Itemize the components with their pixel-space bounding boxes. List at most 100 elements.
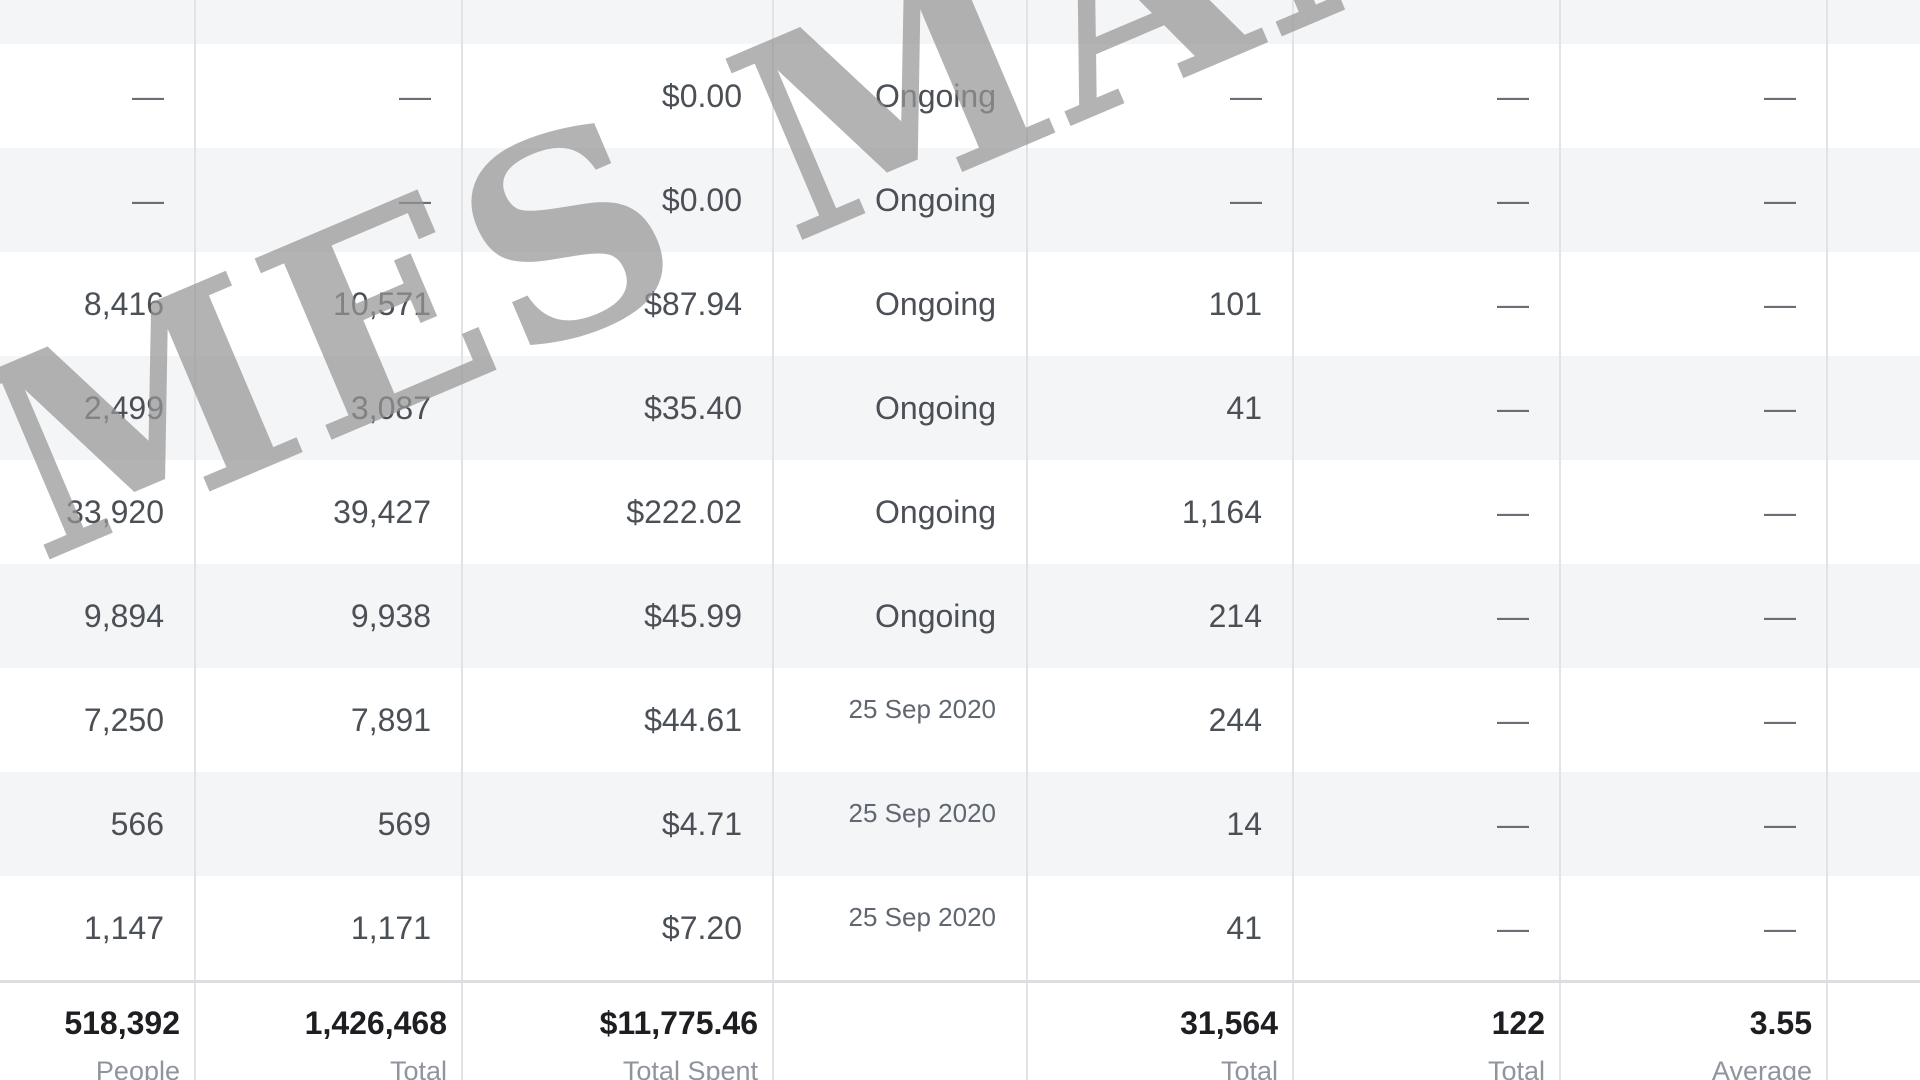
header-cell[interactable] [0, 0, 196, 44]
table-cell: 1,171 [196, 876, 463, 980]
table-cell: 39,427 [196, 460, 463, 564]
table-cell: — [0, 44, 196, 148]
table-cell: 3,087 [196, 356, 463, 460]
table-cell: 2,499 [0, 356, 196, 460]
table-cell: 214 [1028, 564, 1294, 668]
table-cell: — [1294, 564, 1561, 668]
table-cell: $44.61 [463, 668, 774, 772]
total-cell: $11,775.46 Total Spent [463, 983, 774, 1080]
table-header-strip [0, 0, 1920, 44]
total-cell [774, 983, 1028, 1080]
table-cell: — [1561, 564, 1828, 668]
table-cell: $35.40 [463, 356, 774, 460]
table-cell: — [1294, 356, 1561, 460]
total-value: $11,775.46 [599, 1005, 758, 1041]
total-label: Total [1220, 1056, 1278, 1080]
total-value: 122 [1491, 1005, 1545, 1041]
table-cell: 25 Sep 2020 [774, 876, 1028, 980]
table-row[interactable]: 33,920 39,427 $222.02 Ongoing 1,164— — [0, 460, 1920, 564]
table-cell: 1,164 [1028, 460, 1294, 564]
table-cell: 7,250 [0, 668, 196, 772]
table-cell: — [1561, 772, 1828, 876]
table-cell: $45.99 [463, 564, 774, 668]
table-cell-overflow [1828, 356, 1920, 460]
table-cell: 101 [1028, 252, 1294, 356]
table-cell: $222.02 [463, 460, 774, 564]
table-row[interactable]: — — $0.00 Ongoing — — — [0, 148, 1920, 252]
header-cell[interactable] [1561, 0, 1828, 44]
table-cell: $4.71 [463, 772, 774, 876]
total-cell: 518,392 People [0, 983, 196, 1080]
total-cell: 122 Total [1294, 983, 1561, 1080]
table-cell-overflow [1828, 252, 1920, 356]
table-row[interactable]: 9,894 9,938 $45.99 Ongoing 214— — [0, 564, 1920, 668]
table-row[interactable]: — — $0.00 Ongoing — — — [0, 44, 1920, 148]
results-table: — — $0.00 Ongoing — — — — — $0.00 Ongoing — — —8,416 1… [0, 0, 1920, 1080]
table-cell-overflow [1828, 44, 1920, 148]
table-cell: — [1561, 668, 1828, 772]
table-row[interactable]: 2,499 3,087 $35.40 Ongoing 41— — [0, 356, 1920, 460]
table-cell: $0.00 [463, 44, 774, 148]
header-cell[interactable] [196, 0, 463, 44]
table-cell: 1,147 [0, 876, 196, 980]
table-cell: Ongoing [774, 460, 1028, 564]
table-row[interactable]: 8,416 10,571 $87.94 Ongoing 101— — [0, 252, 1920, 356]
total-label: Total [1487, 1056, 1545, 1080]
total-value: 3.55 [1749, 1005, 1812, 1041]
table-cell: $7.20 [463, 876, 774, 980]
table-cell: 41 [1028, 356, 1294, 460]
table-cell: 14 [1028, 772, 1294, 876]
table-cell: — [1294, 44, 1561, 148]
table-cell: Ongoing [774, 356, 1028, 460]
header-cell[interactable] [463, 0, 774, 44]
table-cell: 9,894 [0, 564, 196, 668]
total-value: 518,392 [64, 1005, 180, 1041]
table-cell: — [1028, 148, 1294, 252]
table-cell: Ongoing [774, 148, 1028, 252]
table-cell: — [1028, 44, 1294, 148]
table-cell-overflow [1828, 772, 1920, 876]
table-cell: 8,416 [0, 252, 196, 356]
table-cell: 33,920 [0, 460, 196, 564]
table-row[interactable]: 7,250 7,891 $44.61 25 Sep 2020 244— — [0, 668, 1920, 772]
table-cell: — [1294, 252, 1561, 356]
table-cell-overflow [1828, 876, 1920, 980]
table-cell: 10,571 [196, 252, 463, 356]
total-label: Total [389, 1056, 447, 1080]
table-row[interactable]: 566 569 $4.71 25 Sep 2020 14— — [0, 772, 1920, 876]
total-cell-overflow [1828, 983, 1920, 1080]
header-cell[interactable] [1828, 0, 1920, 44]
total-label: Average [1711, 1056, 1812, 1080]
table-cell-overflow [1828, 460, 1920, 564]
table-cell: 569 [196, 772, 463, 876]
ads-results-table-screen: — — $0.00 Ongoing — — — — — $0.00 Ongoing — — —8,416 1… [0, 0, 1920, 1080]
table-cell: 7,891 [196, 668, 463, 772]
header-cell[interactable] [774, 0, 1028, 44]
total-cell: 1,426,468 Total [196, 983, 463, 1080]
table-cell: — [1561, 252, 1828, 356]
table-cell-overflow [1828, 564, 1920, 668]
table-cell: Ongoing [774, 252, 1028, 356]
table-cell: 244 [1028, 668, 1294, 772]
total-cell: 3.55 Average [1561, 983, 1828, 1080]
table-cell: 9,938 [196, 564, 463, 668]
table-cell: — [1294, 772, 1561, 876]
table-cell: — [1561, 148, 1828, 252]
total-cell: 31,564 Total [1028, 983, 1294, 1080]
table-cell: $0.00 [463, 148, 774, 252]
table-cell-overflow [1828, 668, 1920, 772]
table-row[interactable]: 1,147 1,171 $7.20 25 Sep 2020 41— — [0, 876, 1920, 980]
total-label: People [95, 1056, 180, 1080]
table-cell: — [1294, 668, 1561, 772]
table-cell: — [1294, 876, 1561, 980]
table-cell: — [1561, 460, 1828, 564]
table-cell: — [1294, 148, 1561, 252]
table-cell: Ongoing [774, 564, 1028, 668]
totals-row: 518,392 People 1,426,468 Total $11,775.46 Tot… [0, 980, 1920, 1080]
header-cell[interactable] [1028, 0, 1294, 44]
table-cell: 566 [0, 772, 196, 876]
header-cell[interactable] [1294, 0, 1561, 44]
total-value: 1,426,468 [304, 1005, 447, 1041]
table-cell: 25 Sep 2020 [774, 772, 1028, 876]
total-value: 31,564 [1180, 1005, 1278, 1041]
